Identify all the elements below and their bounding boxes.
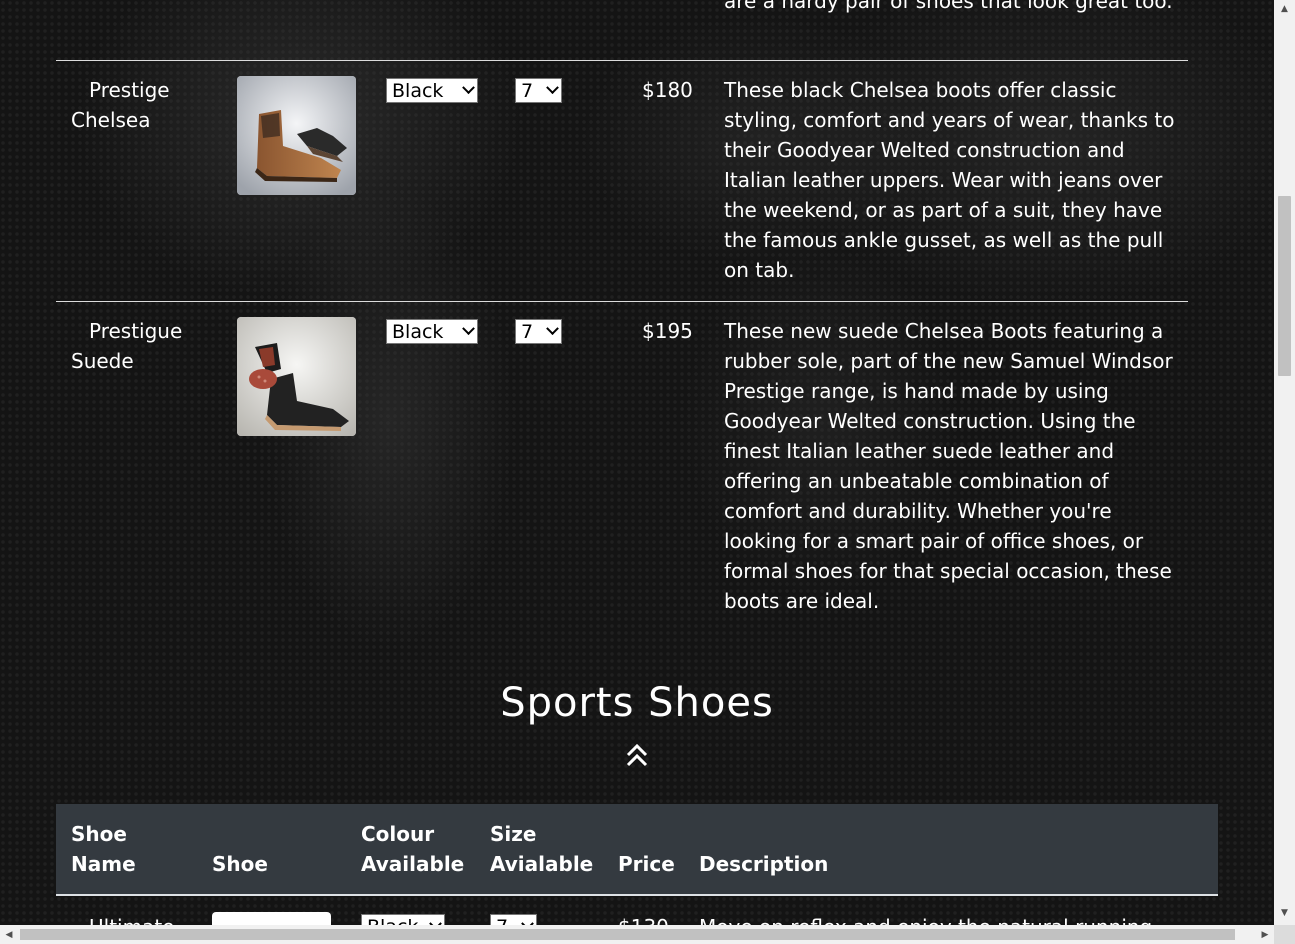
colour-select-value: Black: [392, 320, 444, 343]
black-suede-chelsea-boot-photo: [237, 317, 356, 436]
chevron-down-icon: [429, 917, 442, 925]
product-name: Prestige Chelsea: [71, 78, 170, 132]
colour-select[interactable]: Black: [361, 914, 445, 925]
chevron-down-icon: [462, 322, 475, 336]
scroll-left-arrow-icon[interactable]: ◀: [0, 925, 18, 944]
column-header-colour: Colour Available: [361, 822, 465, 876]
chevron-down-icon: [521, 917, 534, 925]
product-price: $130: [618, 912, 669, 925]
scroll-right-arrow-icon[interactable]: ▶: [1256, 925, 1274, 944]
table-row: Prestigue Suede Black 7 $195 These new s…: [56, 302, 1188, 632]
page-viewport: are a hardy pair of shoes that look grea…: [0, 0, 1274, 925]
colour-select[interactable]: Black: [386, 319, 478, 344]
colour-select[interactable]: Black: [386, 78, 478, 103]
column-header-shoe-name: Shoe Name: [71, 822, 136, 876]
scroll-up-arrow-icon[interactable]: ▲: [1274, 0, 1295, 17]
scrollbar-corner: [1274, 925, 1295, 944]
column-header-price: Price: [618, 852, 675, 876]
column-header-size: Size Avialable: [490, 822, 594, 876]
product-image: [212, 912, 331, 925]
product-description: These black Chelsea boots offer classic …: [724, 78, 1175, 282]
size-select[interactable]: 7: [490, 914, 537, 925]
size-select-value: 7: [521, 79, 534, 102]
size-select-value: 7: [521, 320, 534, 343]
chevron-down-icon: [462, 81, 475, 95]
scroll-down-arrow-icon[interactable]: ▼: [1274, 904, 1295, 921]
brown-chelsea-boot-photo: [237, 76, 356, 195]
double-chevron-up-icon[interactable]: [625, 743, 649, 769]
product-name: Ultimate: [71, 912, 174, 925]
horizontal-scrollbar[interactable]: ◀ ▶: [0, 925, 1274, 944]
table-row: are a hardy pair of shoes that look grea…: [56, 0, 1188, 61]
horizontal-scroll-thumb[interactable]: [20, 929, 1235, 940]
size-select[interactable]: 7: [515, 319, 562, 344]
product-price: $195: [642, 319, 693, 343]
product-name: Prestigue Suede: [71, 319, 183, 373]
section-title: Sports Shoes: [500, 680, 774, 726]
size-select-value: 7: [496, 916, 508, 926]
chevron-down-icon: [546, 322, 559, 336]
colour-select-value: Black: [392, 79, 444, 102]
product-description: are a hardy pair of shoes that look grea…: [724, 0, 1173, 13]
vertical-scrollbar[interactable]: ▲ ▼: [1274, 0, 1295, 925]
product-description: These new suede Chelsea Boots featuring …: [724, 319, 1173, 613]
table-header: Shoe Name Shoe Colour Available Size Avi…: [56, 804, 1218, 896]
vertical-scroll-thumb[interactable]: [1278, 196, 1291, 376]
product-price: $180: [642, 78, 693, 102]
product-image: [237, 76, 356, 195]
chevron-down-icon: [546, 81, 559, 95]
product-image: [237, 317, 356, 436]
product-description: Move on reflex and enjoy the natural run…: [699, 912, 1152, 925]
column-header-description: Description: [699, 852, 829, 876]
column-header-shoe: Shoe: [212, 852, 268, 876]
table-row: Ultimate Black 7 $130 Move on reflex and…: [56, 898, 1218, 925]
size-select[interactable]: 7: [515, 78, 562, 103]
colour-select-value: Black: [367, 916, 418, 926]
table-row: Prestige Chelsea Black 7 $180 These blac…: [56, 61, 1188, 302]
